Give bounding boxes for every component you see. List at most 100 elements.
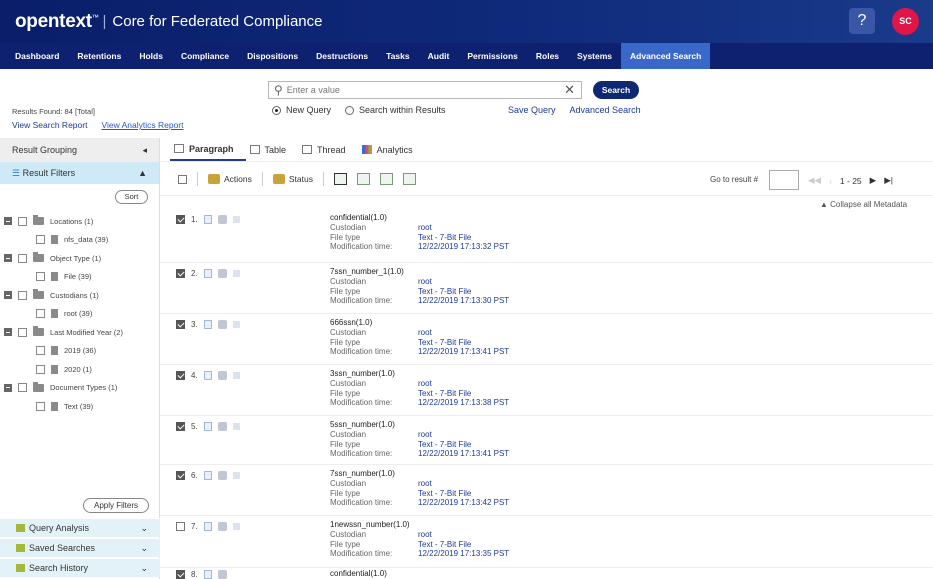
nav-tasks[interactable]: Tasks (377, 43, 418, 69)
collapse-icon[interactable] (4, 291, 12, 300)
help-button[interactable]: ? (849, 8, 875, 34)
result-row[interactable]: 7. 1newssn_number(1.0) Custodian root Fil… (160, 516, 933, 568)
collapse-icon[interactable] (4, 383, 12, 392)
tab-analytics[interactable]: Analytics (358, 138, 425, 161)
view-mode-3-icon[interactable] (379, 173, 393, 185)
save-query-link[interactable]: Save Query (508, 105, 556, 115)
tree-item-text[interactable]: Text (39) (0, 397, 160, 416)
checkbox[interactable] (36, 309, 45, 319)
goto-result-input[interactable] (769, 170, 799, 190)
nav-holds[interactable]: Holds (130, 43, 172, 69)
result-title[interactable]: confidential(1.0) (330, 569, 387, 578)
document-icon[interactable] (203, 215, 212, 224)
collapse-icon[interactable] (4, 217, 12, 226)
first-page-icon[interactable]: ◀◀ (808, 175, 821, 186)
select-all-checkbox[interactable] (178, 174, 187, 184)
tree-item-2020[interactable]: 2020 (1) (0, 360, 160, 379)
chevron-down-icon[interactable]: ⌄ (140, 543, 148, 554)
search-button[interactable]: Search (593, 81, 639, 99)
row-checkbox[interactable] (176, 320, 185, 329)
checkbox[interactable] (36, 401, 45, 411)
tab-thread[interactable]: Thread (298, 138, 358, 161)
checkbox[interactable] (18, 327, 27, 337)
document-icon[interactable] (203, 422, 212, 431)
tag-icon[interactable] (217, 422, 227, 431)
row-checkbox[interactable] (176, 371, 185, 380)
clear-icon[interactable]: ✕ (564, 82, 575, 98)
status-button[interactable]: Status (272, 174, 313, 184)
checkbox[interactable] (36, 272, 45, 282)
document-icon[interactable] (203, 570, 212, 579)
nav-compliance[interactable]: Compliance (172, 43, 238, 69)
chevron-left-icon[interactable]: ◂ (142, 145, 147, 156)
result-row[interactable]: 6. 7ssn_number(1.0) Custodian root File t… (160, 465, 933, 516)
preview-icon[interactable] (232, 423, 240, 430)
preview-icon[interactable] (232, 372, 240, 379)
tree-item-file[interactable]: File (39) (0, 268, 160, 287)
checkbox[interactable] (36, 235, 45, 245)
view-mode-1-icon[interactable] (333, 173, 347, 185)
row-checkbox[interactable] (176, 215, 185, 224)
result-row[interactable]: 4. 3ssn_number(1.0) Custodian root File t… (160, 365, 933, 416)
preview-icon[interactable] (232, 216, 240, 223)
tree-group-document-types[interactable]: Document Types (1) (0, 379, 160, 398)
chevron-down-icon[interactable]: ⌄ (140, 563, 148, 574)
sort-button[interactable]: Sort (115, 190, 148, 204)
apply-filters-button[interactable]: Apply Filters (83, 498, 149, 513)
checkbox[interactable] (36, 364, 45, 374)
preview-icon[interactable] (232, 472, 240, 479)
checkbox[interactable] (18, 290, 27, 300)
actions-button[interactable]: Actions (208, 174, 252, 184)
search-history-section[interactable]: Search History ⌄ (0, 558, 160, 577)
result-row[interactable]: 1. confidential(1.0) Custodian root File … (160, 209, 933, 263)
document-icon[interactable] (203, 320, 212, 329)
checkbox[interactable] (18, 253, 27, 263)
tab-table[interactable]: Table (246, 138, 299, 161)
result-title[interactable]: 1newssn_number(1.0) (330, 520, 509, 529)
document-icon[interactable] (203, 471, 212, 480)
search-input[interactable] (286, 85, 565, 95)
view-mode-2-icon[interactable] (356, 173, 370, 185)
tag-icon[interactable] (217, 215, 227, 224)
result-title[interactable]: 5ssn_number(1.0) (330, 420, 509, 429)
result-title[interactable]: 666ssn(1.0) (330, 318, 509, 327)
tree-item-root[interactable]: root (39) (0, 305, 160, 324)
tab-paragraph[interactable]: Paragraph (170, 138, 246, 161)
tag-icon[interactable] (217, 522, 227, 531)
collapse-icon[interactable] (4, 328, 12, 337)
tag-icon[interactable] (217, 269, 227, 278)
tree-group-last-modified-year[interactable]: Last Modified Year (2) (0, 323, 160, 342)
result-grouping-header[interactable]: Result Grouping ◂ (0, 138, 159, 162)
tree-item-2019[interactable]: 2019 (36) (0, 342, 160, 361)
advanced-search-link[interactable]: Advanced Search (570, 105, 641, 115)
preview-icon[interactable] (232, 270, 240, 277)
view-search-report-link[interactable]: View Search Report (12, 120, 87, 130)
query-analysis-section[interactable]: Query Analysis ⌄ (0, 518, 160, 537)
preview-icon[interactable] (232, 523, 240, 530)
tree-group-object-type[interactable]: Object Type (1) (0, 249, 160, 268)
nav-audit[interactable]: Audit (419, 43, 459, 69)
nav-systems[interactable]: Systems (568, 43, 621, 69)
last-page-icon[interactable]: ▶| (884, 175, 893, 186)
row-checkbox[interactable] (176, 269, 185, 278)
view-mode-4-icon[interactable] (402, 173, 416, 185)
document-icon[interactable] (203, 371, 212, 380)
nav-roles[interactable]: Roles (527, 43, 568, 69)
row-checkbox[interactable] (176, 522, 185, 531)
result-title[interactable]: 3ssn_number(1.0) (330, 369, 509, 378)
chevron-down-icon[interactable]: ⌄ (140, 523, 148, 534)
nav-permissions[interactable]: Permissions (458, 43, 527, 69)
tag-icon[interactable] (217, 371, 227, 380)
next-page-icon[interactable]: ▶ (870, 175, 877, 186)
tag-icon[interactable] (217, 471, 227, 480)
prev-page-icon[interactable]: ‹ (829, 176, 832, 186)
preview-icon[interactable] (232, 321, 240, 328)
saved-searches-section[interactable]: Saved Searches ⌄ (0, 538, 160, 557)
nav-dashboard[interactable]: Dashboard (6, 43, 68, 69)
result-row[interactable]: 8. confidential(1.0) (160, 568, 933, 579)
checkbox[interactable] (18, 383, 27, 393)
result-row[interactable]: 5. 5ssn_number(1.0) Custodian root File t… (160, 416, 933, 465)
document-icon[interactable] (203, 522, 212, 531)
new-query-radio[interactable]: New Query (272, 105, 331, 115)
result-row[interactable]: 3. 666ssn(1.0) Custodian root File type Te… (160, 314, 933, 365)
